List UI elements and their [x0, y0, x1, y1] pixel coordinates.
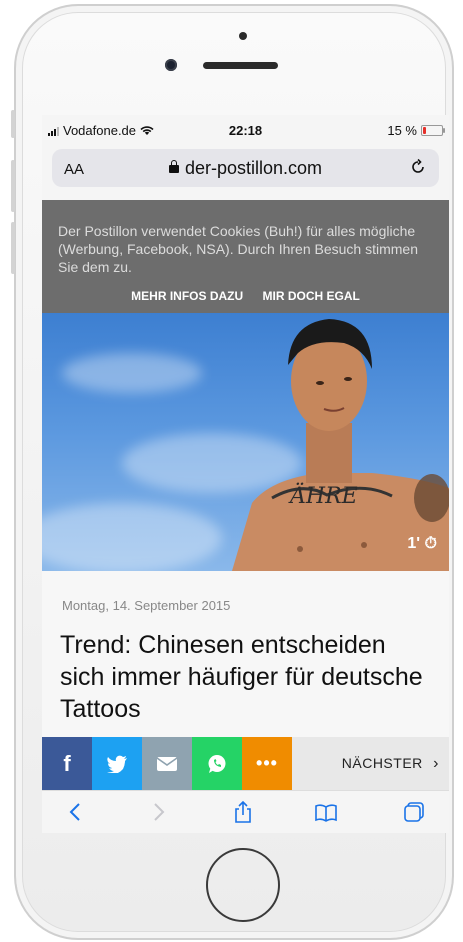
- lock-icon: [168, 160, 179, 173]
- twitter-share-button[interactable]: [92, 737, 142, 790]
- article-preview[interactable]: Montag, 14. September 2015 Trend: Chines…: [42, 571, 449, 741]
- address-bar[interactable]: AA der-postillon.com: [52, 149, 439, 187]
- mute-switch: [11, 110, 15, 138]
- cookie-text: Der Postillon verwendet Cookies (Buh!) f…: [58, 223, 419, 275]
- earpiece-speaker: [203, 62, 278, 69]
- back-icon[interactable]: [64, 801, 88, 823]
- battery-percent: 15 %: [387, 123, 417, 138]
- bookmarks-icon[interactable]: [314, 801, 338, 823]
- front-camera: [165, 59, 177, 71]
- cookie-banner: Der Postillon verwendet Cookies (Buh!) f…: [42, 200, 449, 313]
- more-share-button[interactable]: •••: [242, 737, 292, 790]
- next-article-button[interactable]: NÄCHSTER ›: [342, 755, 439, 773]
- volume-down-button: [11, 222, 15, 274]
- hero-image[interactable]: ÄHRE 1' ⏱: [42, 313, 449, 571]
- facebook-share-button[interactable]: f: [42, 737, 92, 790]
- mail-share-button[interactable]: [142, 737, 192, 790]
- domain-text: der-postillon.com: [184, 158, 323, 178]
- person-illustration: ÄHRE: [232, 319, 449, 571]
- address-bar-area: AA der-postillon.com: [42, 145, 449, 200]
- accept-cookies-button[interactable]: MIR DOCH EGAL: [263, 289, 360, 303]
- screen: Vodafone.de 22:18 15 % AA der-postillon.…: [42, 115, 449, 833]
- more-icon: •••: [256, 753, 278, 773]
- tabs-icon[interactable]: [402, 801, 426, 823]
- share-bar: f ••• NÄCHSTER ›: [42, 737, 449, 790]
- next-article-label: NÄCHSTER: [341, 755, 423, 771]
- forward-icon[interactable]: [146, 801, 170, 823]
- article-headline[interactable]: Trend: Chinesen entscheiden sich immer h…: [60, 629, 430, 725]
- home-button[interactable]: [206, 848, 280, 922]
- stopwatch-icon: ⏱: [424, 535, 437, 552]
- facebook-icon: f: [63, 750, 71, 776]
- twitter-icon: [107, 755, 127, 773]
- share-icon[interactable]: [231, 801, 255, 823]
- chevron-right-icon: ›: [433, 755, 439, 772]
- read-time-value: 1': [407, 535, 421, 552]
- read-time-badge: 1' ⏱: [407, 535, 437, 553]
- tattoo-text: ÄHRE: [288, 482, 358, 509]
- mail-icon: [156, 756, 178, 771]
- volume-up-button: [11, 160, 15, 212]
- browser-toolbar: [42, 790, 449, 833]
- whatsapp-icon: [208, 754, 226, 773]
- proximity-sensor: [239, 32, 247, 40]
- article-date: Montag, 14. September 2015: [62, 598, 231, 613]
- whatsapp-share-button[interactable]: [192, 737, 242, 790]
- url-field[interactable]: der-postillon.com: [52, 158, 439, 179]
- status-bar: Vodafone.de 22:18 15 %: [42, 115, 449, 145]
- battery-icon: [421, 125, 445, 136]
- reload-icon[interactable]: [409, 158, 427, 176]
- more-info-link[interactable]: MEHR INFOS DAZU: [131, 289, 243, 303]
